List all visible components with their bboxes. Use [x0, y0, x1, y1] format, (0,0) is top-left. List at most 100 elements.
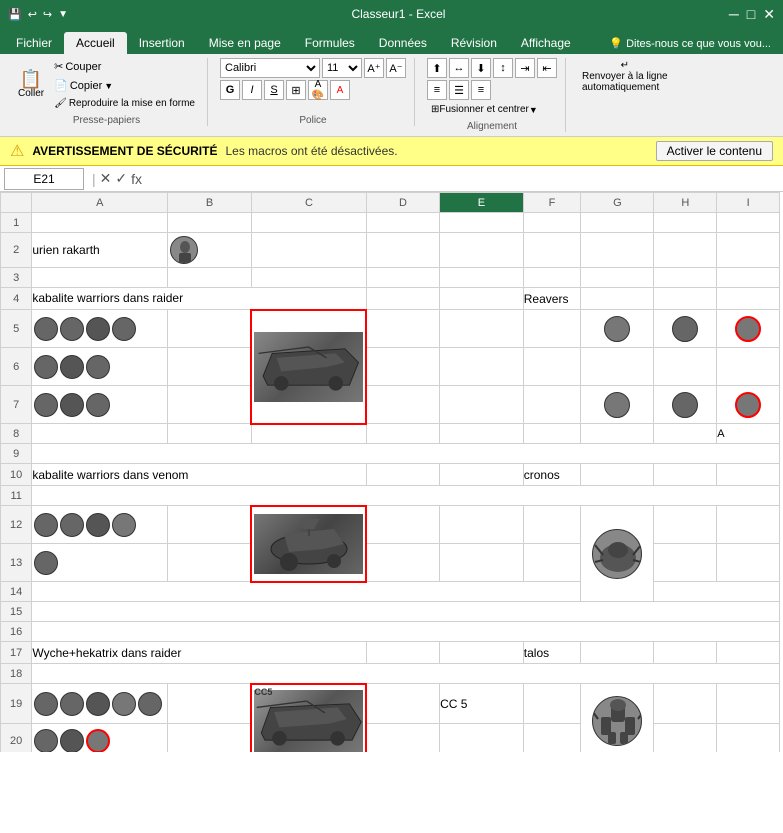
row-header-15[interactable]: 15 — [1, 602, 32, 622]
cancel-formula-icon[interactable]: ✕ — [100, 170, 112, 187]
title-bar-controls[interactable]: 💾 ↩ ↪ ▼ — [8, 8, 68, 21]
cell-F3[interactable] — [523, 268, 581, 288]
minimize-icon[interactable]: ─ — [729, 6, 739, 23]
cell-G8[interactable] — [581, 424, 654, 444]
align-left-button[interactable]: ≡ — [427, 80, 447, 100]
save-icon[interactable]: 💾 — [8, 8, 22, 21]
cell-F19[interactable] — [523, 684, 581, 724]
cell-H19[interactable] — [654, 684, 717, 724]
row-header-1[interactable]: 1 — [1, 213, 32, 233]
row-header-10[interactable]: 10 — [1, 464, 32, 486]
cell-B20[interactable] — [168, 724, 252, 753]
col-header-C[interactable]: C — [251, 193, 366, 213]
coller-button[interactable]: 📋 Coller — [14, 68, 48, 101]
cell-B5[interactable] — [168, 310, 252, 348]
cell-I20[interactable] — [717, 724, 780, 753]
cell-A17[interactable]: Wyche+hekatrix dans raider — [32, 642, 367, 664]
cell-A15[interactable] — [32, 602, 780, 622]
cell-H7[interactable] — [654, 386, 717, 424]
col-header-A[interactable]: A — [32, 193, 168, 213]
row-header-8[interactable]: 8 — [1, 424, 32, 444]
close-icon[interactable]: ✕ — [763, 6, 775, 23]
row-header-12[interactable]: 12 — [1, 506, 32, 544]
font-color-button[interactable]: A — [330, 80, 350, 100]
window-controls[interactable]: ─ □ ✕ — [729, 6, 775, 23]
cell-B13[interactable] — [168, 544, 252, 582]
cell-E5[interactable] — [440, 310, 524, 348]
align-middle-button[interactable]: ↔ — [449, 58, 469, 78]
cell-F10[interactable]: cronos — [523, 464, 581, 486]
cell-F17[interactable]: talos — [523, 642, 581, 664]
row-header-20[interactable]: 20 — [1, 724, 32, 753]
cell-A2[interactable]: urien rakarth — [32, 233, 168, 268]
tab-fichier[interactable]: Fichier — [4, 32, 64, 54]
cell-B2[interactable] — [168, 233, 252, 268]
font-size-select[interactable]: 11 — [322, 58, 362, 78]
cell-B1[interactable] — [168, 213, 252, 233]
cell-D17[interactable] — [366, 642, 439, 664]
cell-C8[interactable] — [251, 424, 366, 444]
cell-E3[interactable] — [440, 268, 524, 288]
cell-H13[interactable] — [654, 544, 717, 582]
cell-I13[interactable] — [717, 544, 780, 582]
cell-A19[interactable] — [32, 684, 168, 724]
cell-F1[interactable] — [523, 213, 581, 233]
cell-D6[interactable] — [366, 348, 439, 386]
cell-D8[interactable] — [366, 424, 439, 444]
cell-F7[interactable] — [523, 386, 581, 424]
tab-formules[interactable]: Formules — [293, 32, 367, 54]
cell-A11[interactable] — [32, 486, 780, 506]
cell-E6[interactable] — [440, 348, 524, 386]
cell-A3[interactable] — [32, 268, 168, 288]
cell-E2[interactable] — [440, 233, 524, 268]
align-right-button[interactable]: ≡ — [471, 80, 491, 100]
cell-G19[interactable] — [581, 684, 654, 753]
cell-C2[interactable] — [251, 233, 366, 268]
cell-A10[interactable]: kabalite warriors dans venom — [32, 464, 367, 486]
row-header-4[interactable]: 4 — [1, 288, 32, 310]
col-header-D[interactable]: D — [366, 193, 439, 213]
align-center-button[interactable]: ☰ — [449, 80, 469, 100]
cell-D13[interactable] — [366, 544, 439, 582]
undo-icon[interactable]: ↩ — [28, 8, 37, 21]
redo-icon[interactable]: ↪ — [43, 8, 52, 21]
cell-I8[interactable]: A — [717, 424, 780, 444]
fill-color-button[interactable]: A🎨 — [308, 80, 328, 100]
cell-F13[interactable] — [523, 544, 581, 582]
tab-donnees[interactable]: Données — [367, 32, 439, 54]
cell-H4[interactable] — [654, 288, 717, 310]
cell-I10[interactable] — [717, 464, 780, 486]
cell-B19[interactable] — [168, 684, 252, 724]
cell-G1[interactable] — [581, 213, 654, 233]
cell-F5[interactable] — [523, 310, 581, 348]
cell-G3[interactable] — [581, 268, 654, 288]
cell-E10[interactable] — [440, 464, 524, 486]
copier-button[interactable]: 📄 Copier ▼ — [50, 77, 199, 94]
confirm-formula-icon[interactable]: ✓ — [115, 170, 127, 187]
row-header-7[interactable]: 7 — [1, 386, 32, 424]
cell-E12[interactable] — [440, 506, 524, 544]
cell-H20[interactable] — [654, 724, 717, 753]
cell-B7[interactable] — [168, 386, 252, 424]
cell-E13[interactable] — [440, 544, 524, 582]
row-header-9[interactable]: 9 — [1, 444, 32, 464]
col-header-E[interactable]: E — [440, 193, 524, 213]
cell-E1[interactable] — [440, 213, 524, 233]
cell-A13[interactable] — [32, 544, 168, 582]
cell-E4[interactable] — [440, 288, 524, 310]
cell-A9[interactable] — [32, 444, 780, 464]
indent-more-button[interactable]: ⇥ — [515, 58, 535, 78]
cell-A4[interactable]: kabalite warriors dans raider — [32, 288, 367, 310]
activate-content-button[interactable]: Activer le contenu — [656, 141, 773, 161]
cell-B12[interactable] — [168, 506, 252, 544]
cell-H3[interactable] — [654, 268, 717, 288]
cell-C12[interactable] — [251, 506, 366, 582]
cell-A18[interactable] — [32, 664, 780, 684]
cell-I7[interactable] — [717, 386, 780, 424]
insert-function-icon[interactable]: fx — [131, 171, 142, 187]
cell-I5[interactable] — [717, 310, 780, 348]
cell-F8[interactable] — [523, 424, 581, 444]
cell-C5[interactable] — [251, 310, 366, 424]
row-header-11[interactable]: 11 — [1, 486, 32, 506]
cell-I3[interactable] — [717, 268, 780, 288]
